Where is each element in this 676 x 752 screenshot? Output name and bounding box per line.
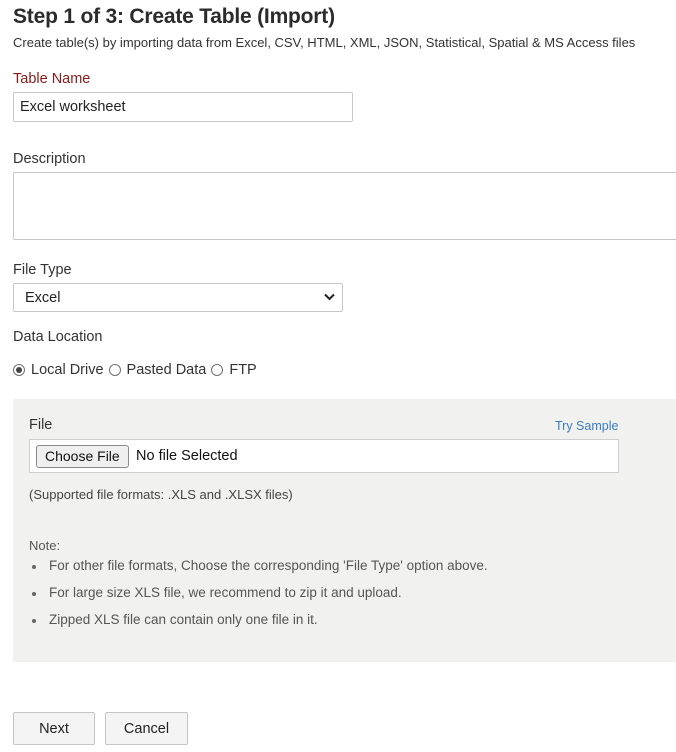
description-textarea[interactable] (13, 172, 676, 240)
supported-formats-text: (Supported file formats: .XLS and .XLSX … (29, 487, 293, 502)
radio-pasted-data-label: Pasted Data (126, 362, 207, 378)
create-table-import-page: Step 1 of 3: Create Table (Import) Creat… (0, 0, 676, 752)
file-input[interactable]: Choose File No file Selected (29, 439, 619, 473)
data-location-label: Data Location (13, 329, 103, 345)
file-type-label: File Type (13, 262, 72, 278)
table-name-input[interactable] (13, 92, 353, 122)
note-list: For other file formats, Choose the corre… (29, 556, 488, 637)
bullet-icon (32, 592, 36, 596)
description-label: Description (13, 151, 86, 167)
page-subtitle: Create table(s) by importing data from E… (13, 35, 636, 50)
radio-local-drive-indicator[interactable] (13, 364, 25, 376)
file-upload-panel: File Try Sample Choose File No file Sele… (13, 399, 676, 662)
note-item: Zipped XLS file can contain only one fil… (29, 610, 488, 637)
file-type-select[interactable]: Excel (13, 283, 343, 312)
data-location-radio-group: Local Drive Pasted Data FTP (13, 362, 262, 378)
bullet-icon (32, 619, 36, 623)
note-item-text: For large size XLS file, we recommend to… (49, 585, 402, 600)
note-item-text: For other file formats, Choose the corre… (49, 558, 488, 573)
radio-pasted-data-indicator[interactable] (108, 364, 121, 376)
chevron-down-icon (324, 293, 335, 301)
file-status-text: No file Selected (136, 448, 238, 464)
choose-file-button[interactable]: Choose File (36, 445, 129, 468)
radio-ftp[interactable]: FTP (211, 362, 257, 378)
cancel-button[interactable]: Cancel (105, 712, 188, 745)
radio-local-drive-label: Local Drive (31, 362, 104, 378)
note-item: For large size XLS file, we recommend to… (29, 583, 488, 610)
note-item-text: Zipped XLS file can contain only one fil… (49, 612, 318, 627)
page-title: Step 1 of 3: Create Table (Import) (13, 5, 335, 28)
next-button[interactable]: Next (13, 712, 95, 745)
note-title: Note: (29, 538, 61, 553)
try-sample-link[interactable]: Try Sample (555, 419, 618, 433)
note-item: For other file formats, Choose the corre… (29, 556, 488, 583)
file-type-selected-value: Excel (25, 290, 61, 306)
file-label: File (29, 417, 53, 433)
bullet-icon (32, 565, 36, 569)
radio-ftp-indicator[interactable] (211, 364, 224, 376)
table-name-label: Table Name (13, 71, 91, 87)
radio-local-drive[interactable]: Local Drive (13, 362, 104, 378)
radio-pasted-data[interactable]: Pasted Data (108, 362, 207, 378)
radio-ftp-label: FTP (229, 362, 257, 378)
